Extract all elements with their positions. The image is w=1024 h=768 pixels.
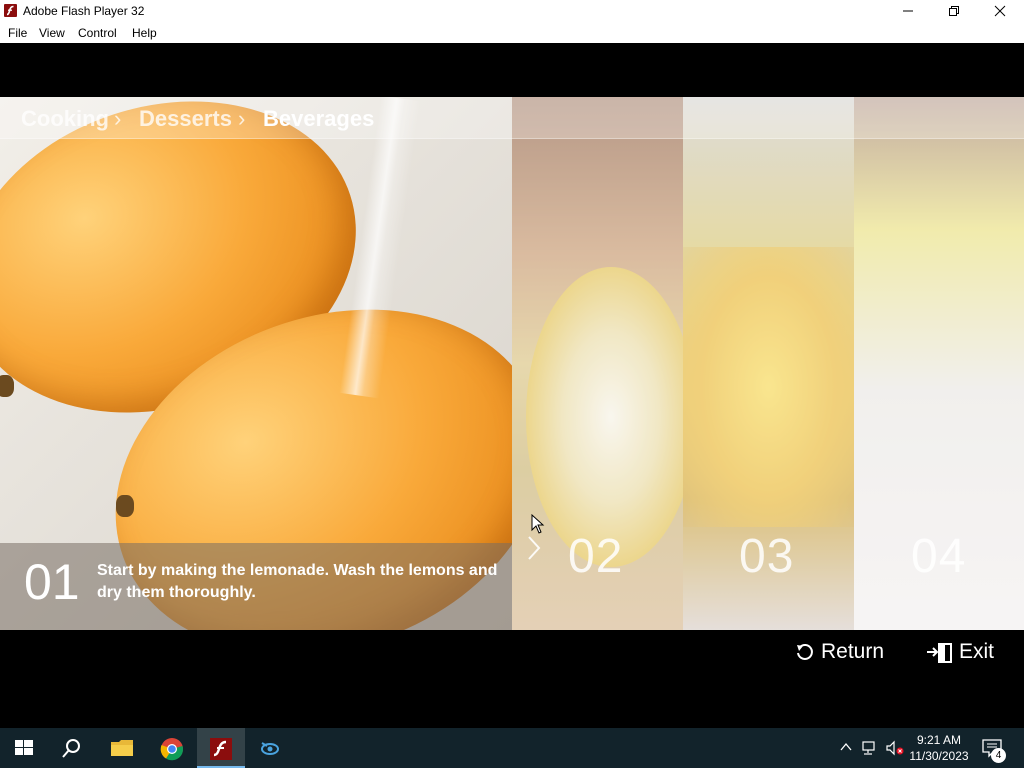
slideshow-viewer: 02 03 04 Cooking › Desserts › Beverages … [0,97,1024,630]
title-bar: Adobe Flash Player 32 [0,0,1024,22]
slide-panel-03[interactable]: 03 [683,97,854,630]
window-title: Adobe Flash Player 32 [23,4,145,18]
menu-help[interactable]: Help [132,26,157,40]
breadcrumb-item-beverages: Beverages [263,106,375,131]
lemon-tip [116,495,134,517]
mouse-cursor-icon [531,514,545,534]
minimize-icon [903,10,913,12]
menu-view[interactable]: View [39,26,65,40]
system-clock[interactable]: 9:21 AM 11/30/2023 [906,732,972,764]
menu-bar: File View Control Help [0,22,1024,43]
app-icon [261,742,279,755]
network-icon[interactable] [861,740,879,756]
chrome-icon [160,738,184,761]
menu-file[interactable]: File [8,26,27,40]
taskbar-file-explorer[interactable] [98,728,146,768]
taskbar-chrome[interactable] [148,728,196,768]
taskbar-flash-player[interactable] [197,728,245,768]
clock-date: 11/30/2023 [909,749,969,763]
clock-time: 9:21 AM [916,733,962,747]
maximize-icon [949,6,959,16]
close-button[interactable] [977,0,1023,22]
chevron-up-icon[interactable] [839,740,853,754]
slide-number: 03 [739,530,795,583]
breadcrumb-item-desserts[interactable]: Desserts [139,106,232,132]
windows-start-icon [15,740,33,755]
step-caption: 01 Start by making the lemonade. Wash th… [0,543,512,630]
breadcrumb: Cooking › Desserts › Beverages [0,97,1024,139]
slide-number: 04 [911,530,967,583]
flash-stage: 02 03 04 Cooking › Desserts › Beverages … [0,43,1024,728]
notification-badge: 4 [991,748,1006,763]
slide-panel-04[interactable]: 04 [854,97,1024,630]
taskbar: 9:21 AM 11/30/2023 4 [0,728,1024,768]
file-explorer-icon [111,740,133,756]
restore-button[interactable] [931,0,977,22]
step-number: 01 [24,554,80,610]
search-icon [62,739,80,758]
breadcrumb-separator: › [114,106,122,131]
volume-muted-icon[interactable] [885,740,905,756]
step-description: Start by making the lemonade. Wash the l… [97,562,498,601]
exit-label: Exit [959,640,995,663]
flash-player-icon [4,4,17,17]
return-label: Return [821,640,885,663]
slide-number: 02 [568,530,624,583]
chevron-right-icon[interactable] [524,533,546,563]
breadcrumb-item-cooking[interactable]: Cooking [21,106,109,132]
flash-player-icon [210,738,232,760]
taskbar-app[interactable] [246,728,294,768]
exit-door-icon [927,643,952,663]
undo-icon [797,644,813,660]
start-button[interactable] [0,728,48,768]
menu-control[interactable]: Control [78,26,117,40]
search-button[interactable] [48,728,96,768]
breadcrumb-separator: › [238,106,246,131]
minimize-button[interactable] [885,0,931,22]
lemon-tip [0,375,14,397]
close-icon [994,5,1006,17]
